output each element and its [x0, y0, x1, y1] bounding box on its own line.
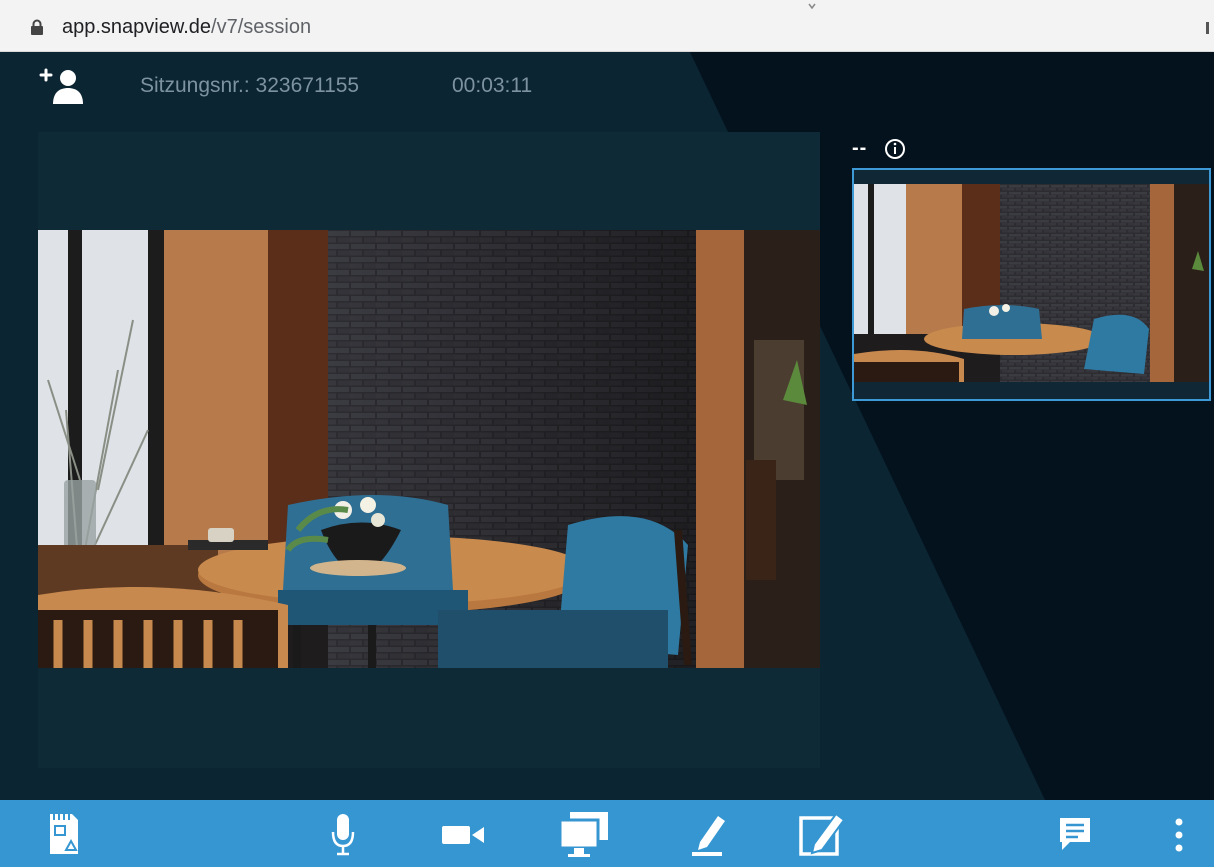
annotate-icon	[692, 816, 725, 856]
remote-video-thumbnail[interactable]	[852, 168, 1211, 401]
url-host: app.snapview.de	[62, 16, 212, 38]
bottom-toolbar	[0, 800, 1214, 867]
lock-icon	[31, 19, 43, 35]
annotate-button[interactable]	[690, 810, 728, 858]
window-edge-mark	[1206, 22, 1209, 34]
edit-button[interactable]	[798, 810, 854, 858]
snapshot-icon	[50, 814, 78, 854]
session-stage: Sitzungsnr.: 323671155 00:03:11 --	[0, 52, 1214, 800]
session-number: Sitzungsnr.: 323671155	[140, 74, 360, 97]
screenshare-icon	[558, 812, 608, 857]
more-icon	[1175, 818, 1183, 852]
thumbnail-video-feed	[854, 184, 1209, 382]
thumbnail-frame-image	[854, 184, 1209, 382]
main-video-panel	[38, 132, 820, 768]
remote-participant-name: --	[852, 137, 868, 159]
dropdown-indicator-icon	[808, 3, 816, 10]
snapshot-button[interactable]	[46, 810, 80, 858]
url-path: /v7/session	[211, 16, 312, 38]
main-video-feed	[38, 230, 820, 668]
url-text[interactable]: app.snapview.de/v7/session	[62, 16, 311, 39]
microphone-button[interactable]	[330, 810, 356, 858]
more-menu-button[interactable]	[1168, 810, 1190, 858]
camera-button[interactable]	[440, 810, 486, 858]
add-user-icon[interactable]	[34, 66, 88, 106]
session-timer: 00:03:11	[452, 74, 533, 97]
camera-icon	[442, 826, 484, 844]
edit-icon	[799, 812, 846, 856]
video-frame-image	[38, 230, 820, 668]
screenshare-button[interactable]	[556, 810, 612, 858]
info-icon[interactable]	[884, 138, 906, 160]
chat-icon	[1060, 818, 1090, 850]
microphone-icon	[331, 814, 355, 856]
browser-address-bar[interactable]: app.snapview.de/v7/session	[0, 0, 1214, 52]
chat-button[interactable]	[1056, 810, 1094, 858]
